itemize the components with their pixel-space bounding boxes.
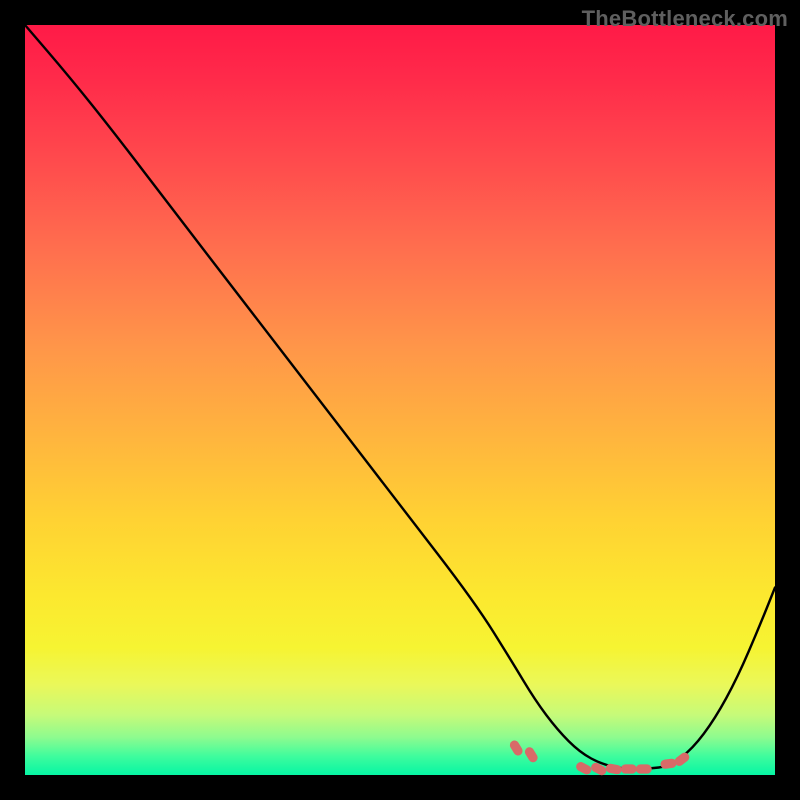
highlight-marker <box>605 763 622 775</box>
chart-frame: TheBottleneck.com <box>0 0 800 800</box>
highlight-marker <box>523 746 539 764</box>
highlight-marker <box>621 764 637 773</box>
attribution-label: TheBottleneck.com <box>582 6 788 32</box>
highlight-marker <box>660 758 677 769</box>
highlight-marker <box>508 739 524 757</box>
plot-area <box>25 25 775 775</box>
highlight-markers <box>508 739 691 777</box>
chart-svg <box>25 25 775 775</box>
bottleneck-curve <box>25 25 775 769</box>
highlight-marker <box>575 760 593 776</box>
highlight-marker <box>636 764 652 773</box>
